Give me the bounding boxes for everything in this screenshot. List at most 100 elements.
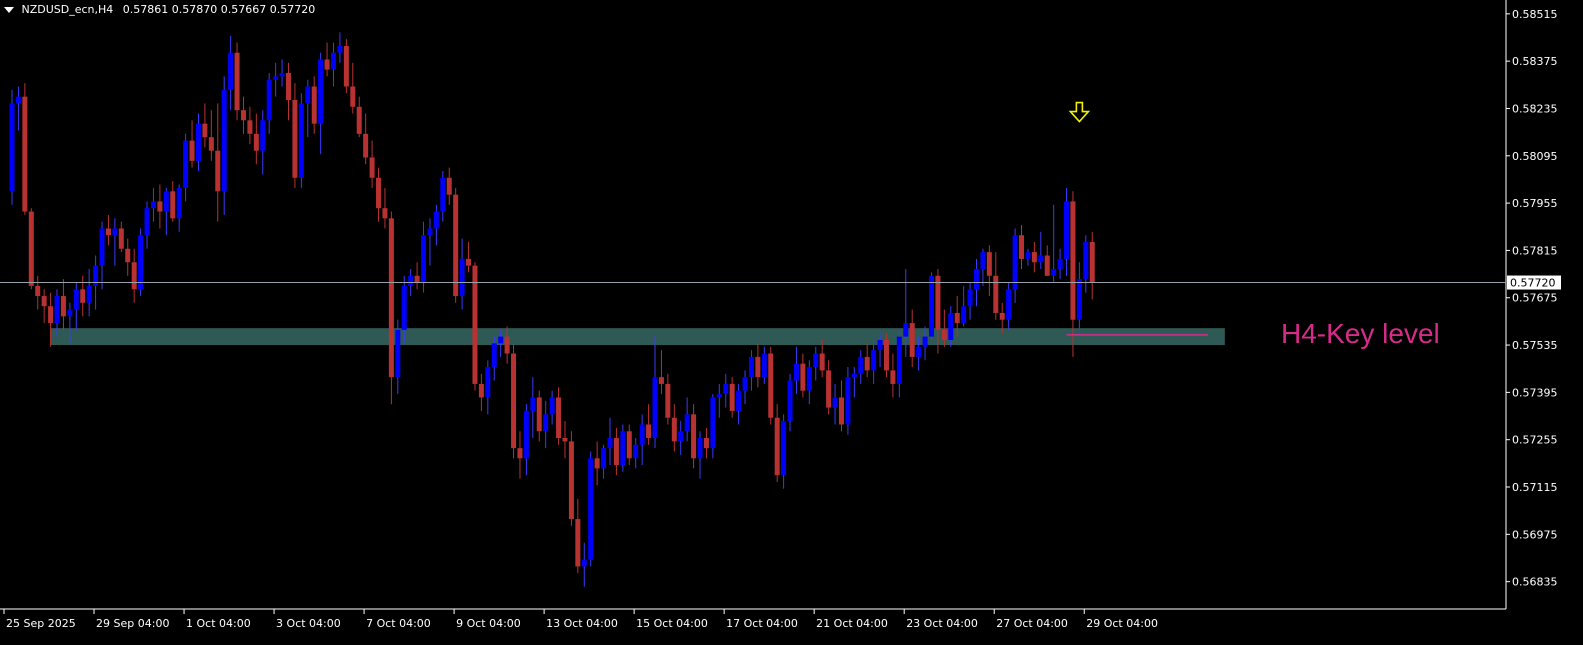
time-tick-label: 21 Oct 04:00: [816, 617, 888, 630]
bear-candle-body: [356, 106, 362, 134]
bull-candle-body: [1057, 258, 1063, 270]
bear-candle-body: [517, 448, 523, 459]
bull-candle-body: [73, 289, 79, 310]
bull-candle-body: [491, 343, 497, 368]
bull-candle-body: [1051, 269, 1057, 276]
bull-candle-body: [832, 397, 838, 408]
bull-candle-body: [678, 431, 684, 442]
bull-candle-body: [652, 377, 658, 439]
bear-candle-body: [208, 137, 214, 151]
bull-candle-body: [221, 89, 227, 192]
bull-candle-body: [318, 59, 324, 124]
bull-candle-body: [607, 438, 613, 449]
bull-candle-body: [716, 394, 722, 398]
bear-candle-body: [954, 312, 960, 324]
current-price-value: 0.57720: [1510, 277, 1556, 290]
bear-candle-body: [382, 208, 388, 219]
bull-candle-body: [176, 187, 182, 219]
bull-candle-body: [787, 380, 793, 422]
bear-candle-body: [556, 397, 562, 439]
bear-candle-body: [48, 306, 54, 324]
bull-candle-body: [723, 383, 729, 395]
bear-candle-body: [343, 45, 349, 87]
time-tick-label: 13 Oct 04:00: [546, 617, 618, 630]
bear-candle-body: [285, 72, 291, 101]
bear-candle-body: [838, 397, 844, 425]
bull-candle-body: [305, 86, 311, 104]
bear-candle-body: [890, 370, 896, 384]
price-tick-label: 0.58235: [1512, 102, 1558, 115]
bull-candle-body: [980, 252, 986, 270]
bear-candle-body: [28, 211, 34, 286]
bull-candle-body: [877, 339, 883, 351]
bull-candle-body: [485, 367, 491, 398]
bull-candle-body: [922, 336, 928, 347]
bull-candle-body: [440, 177, 446, 212]
bull-candle-body: [260, 120, 266, 151]
bull-candle-body: [86, 285, 92, 303]
bear-candle-body: [253, 133, 259, 151]
bull-candle-body: [421, 235, 427, 283]
bull-candle-body: [620, 431, 626, 466]
bear-candle-body: [118, 228, 124, 249]
bull-candle-body: [1006, 289, 1012, 320]
bull-candle-body: [967, 289, 973, 307]
bear-candle-body: [414, 275, 420, 283]
bear-candle-body: [575, 519, 581, 567]
bull-candle-body: [273, 76, 279, 80]
bull-candle-body: [266, 79, 272, 121]
time-tick-label: 15 Oct 04:00: [636, 617, 708, 630]
bear-candle-body: [240, 110, 246, 121]
price-tick-label: 0.57955: [1512, 197, 1558, 210]
bear-candle-body: [157, 201, 163, 212]
bull-candle-body: [1076, 279, 1082, 320]
bull-candle-body: [228, 52, 234, 90]
bull-candle-body: [581, 559, 587, 567]
price-tick-label: 0.57535: [1512, 339, 1558, 352]
bear-candle-body: [376, 177, 382, 209]
bear-candle-body: [646, 424, 652, 439]
bull-candle-body: [112, 228, 118, 236]
bear-candle-body: [60, 296, 66, 317]
bull-candle-body: [543, 414, 549, 432]
bear-candle-body: [1044, 255, 1050, 276]
bear-candle-body: [826, 370, 832, 408]
time-tick-label: 17 Oct 04:00: [726, 617, 798, 630]
bear-candle-body: [247, 120, 253, 134]
bear-candle-body: [703, 438, 709, 449]
bear-candle-body: [504, 336, 510, 354]
bear-candle-body: [1019, 235, 1025, 259]
key-zone-rect: [50, 328, 1225, 346]
bull-candle-body: [395, 329, 401, 378]
bear-candle-body: [729, 383, 735, 411]
bull-candle-body: [948, 312, 954, 340]
bear-candle-body: [594, 458, 600, 469]
bear-candle-body: [671, 417, 677, 442]
time-tick-label: 9 Oct 04:00: [456, 617, 521, 630]
bear-candle-body: [993, 275, 999, 313]
bear-candle-body: [1070, 201, 1076, 320]
time-tick-label: 27 Oct 04:00: [996, 617, 1068, 630]
bear-candle-body: [613, 438, 619, 466]
bull-candle-body: [408, 275, 414, 286]
bear-candle-body: [755, 356, 761, 378]
bull-candle-body: [781, 421, 787, 476]
bull-candle-body: [858, 356, 864, 374]
price-tick-label: 0.57255: [1512, 434, 1558, 447]
bull-candle-body: [896, 336, 902, 384]
bull-candle-body: [736, 390, 742, 411]
bull-candle-body: [549, 397, 555, 415]
bear-candle-body: [41, 296, 47, 307]
bull-candle-body: [138, 235, 144, 290]
bear-candle-body: [1031, 252, 1037, 263]
bear-candle-body: [909, 323, 915, 357]
time-tick-label: 1 Oct 04:00: [186, 617, 251, 630]
price-tick-label: 0.58515: [1512, 8, 1558, 21]
ohlc-readout: 0.57861 0.57870 0.57667 0.57720: [122, 3, 316, 16]
chart-menu-triangle-icon[interactable]: [4, 7, 14, 13]
bull-candle-body: [961, 306, 967, 324]
bull-candle-body: [806, 367, 812, 391]
bull-candle-body: [684, 414, 690, 432]
chart-container[interactable]: 0.58515 0.58375 0.58235 0.58095 0.57955 0.578…: [0, 0, 1583, 641]
bull-candle-body: [793, 363, 799, 381]
